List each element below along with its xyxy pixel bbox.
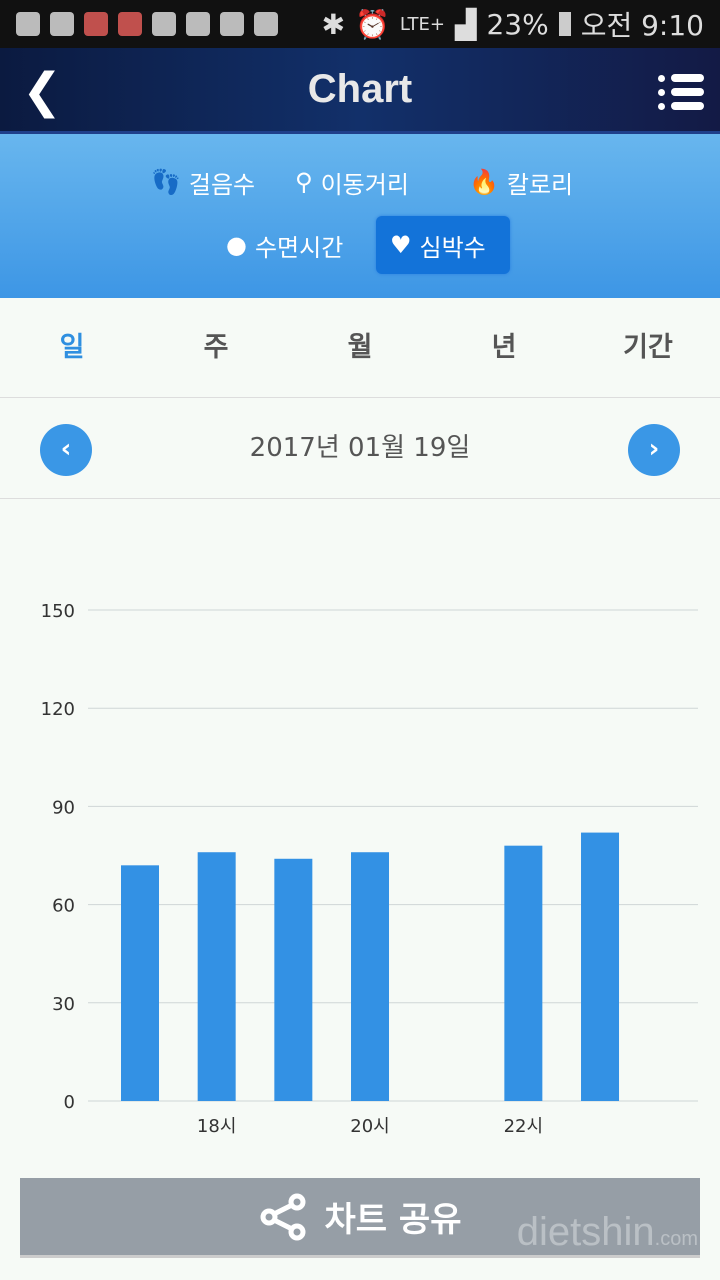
app-bar: ❮ Chart — [0, 48, 720, 134]
date-navigator: 2017년 01월 19일 ‹ › — [0, 398, 720, 499]
alarm-icon: ⏰ — [355, 7, 390, 41]
tab-label: 심박수 — [419, 233, 486, 262]
period-range[interactable]: 기간 — [576, 298, 720, 397]
next-date-button[interactable]: › — [628, 424, 680, 476]
share-label: 차트 공유 — [324, 1200, 462, 1240]
category-tabs: 👣 걸음수 ⚲ 이동거리 🔥 칼로리 ● 수면시간 ♥ 심박수 — [0, 134, 720, 298]
tab-label: 수면시간 — [254, 233, 344, 262]
y-tick-label: 60 — [52, 896, 75, 917]
route-icon: ⚲ — [295, 168, 313, 196]
tab-distance[interactable]: ⚲ 이동거리 — [281, 153, 423, 211]
signal-icon: ▟ — [454, 7, 477, 41]
bar — [504, 845, 543, 1101]
bluetooth-icon: ✱ — [321, 7, 346, 41]
chevron-left-icon: ‹ — [60, 434, 72, 464]
y-tick-label: 0 — [64, 1092, 75, 1113]
battery-percent: 23% — [486, 7, 549, 41]
x-tick-label: 20시 — [350, 1116, 389, 1137]
y-tick-label: 90 — [52, 797, 75, 818]
battery-icon — [558, 12, 571, 36]
tab-calories[interactable]: 🔥 칼로리 — [455, 153, 587, 211]
messages-icon — [16, 12, 40, 36]
period-year[interactable]: 년 — [432, 298, 576, 397]
period-week[interactable]: 주 — [144, 298, 288, 397]
app-notification-icon — [84, 12, 108, 36]
period-day[interactable]: 일 — [0, 298, 144, 397]
chevron-left-icon: ❮ — [22, 63, 63, 119]
y-tick-label: 150 — [41, 601, 75, 622]
bar — [121, 865, 159, 1101]
flame-icon: 🔥 — [469, 168, 499, 196]
footprints-icon: 👣 — [151, 168, 181, 196]
page-title: Chart — [307, 67, 413, 111]
bar — [274, 858, 313, 1101]
bar — [197, 852, 236, 1101]
x-tick-label: 22시 — [504, 1116, 543, 1137]
watermark: dietshin.com — [516, 1210, 698, 1254]
period-month[interactable]: 월 — [288, 298, 432, 397]
chevron-right-icon: › — [648, 434, 660, 464]
clock: 오전 9:10 — [580, 9, 704, 42]
prev-date-button[interactable]: ‹ — [40, 424, 92, 476]
y-tick-label: 120 — [41, 699, 75, 720]
image-icon — [186, 12, 210, 36]
tab-sleep[interactable]: ● 수면시간 — [212, 216, 357, 274]
share-icon — [260, 1193, 306, 1240]
back-button[interactable]: ❮ — [22, 67, 62, 115]
wifi-icon — [220, 12, 244, 36]
y-tick-label: 30 — [52, 994, 75, 1015]
tab-steps[interactable]: 👣 걸음수 — [137, 153, 269, 211]
tab-heart-rate[interactable]: ♥ 심박수 — [376, 216, 510, 274]
app-notification-icon — [118, 12, 142, 36]
status-bar: ✱ ⏰ LTE+ ▟ 23% 오전 9:10 — [0, 0, 720, 48]
bar — [581, 832, 620, 1101]
menu-button[interactable] — [658, 72, 706, 112]
current-date: 2017년 01월 19일 — [249, 433, 471, 463]
heart-rate-chart: 0 30 60 90 120 150 18시 20시 22시 — [41, 601, 698, 1137]
network-label: LTE+ — [399, 13, 445, 35]
tab-label: 걸음수 — [188, 170, 256, 199]
accessibility-icon — [50, 12, 74, 36]
bar — [351, 852, 390, 1101]
tab-label: 칼로리 — [506, 170, 574, 199]
weather-icon — [254, 12, 278, 36]
moon-icon: ● — [226, 231, 247, 259]
period-tabs: 일 주 월 년 기간 — [0, 298, 720, 398]
device-check-icon — [152, 12, 176, 36]
x-tick-label: 18시 — [197, 1116, 236, 1137]
tab-label: 이동거리 — [320, 170, 409, 199]
heart-pulse-icon: ♥ — [390, 231, 412, 259]
